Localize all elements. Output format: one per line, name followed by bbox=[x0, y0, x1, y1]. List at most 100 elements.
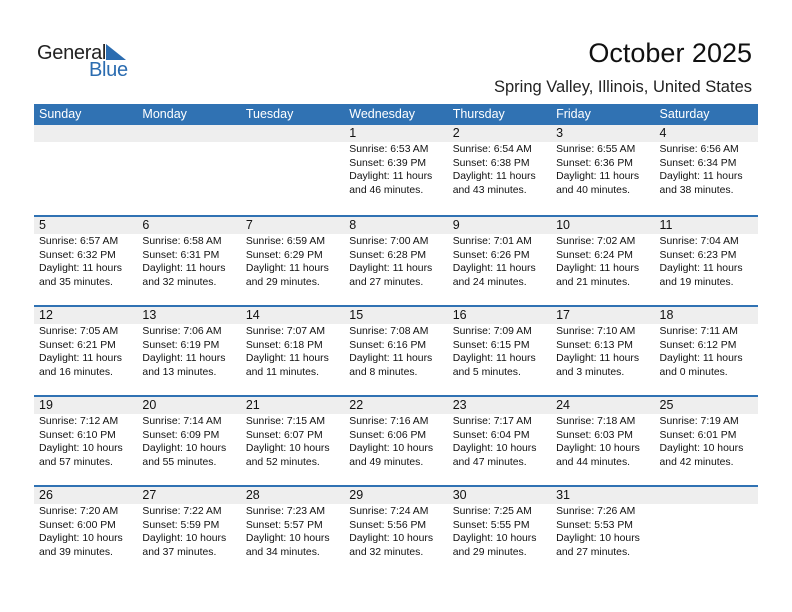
daylight-text: Daylight: 11 hours bbox=[556, 171, 640, 182]
sunset-text: Sunset: 6:15 PM bbox=[452, 339, 530, 351]
sunrise-text: Sunrise: 6:53 AM bbox=[349, 144, 429, 155]
day-cell: Sunrise: 6:58 AM Sunset: 6:31 PM Daylight:… bbox=[137, 234, 240, 289]
day-number-row: 12 13 14 15 16 17 18 bbox=[34, 307, 758, 324]
minutes-text: and 46 minutes. bbox=[349, 184, 424, 196]
day-number: 14 bbox=[245, 308, 260, 322]
sunrise-text: Sunrise: 7:10 AM bbox=[556, 326, 636, 337]
day-number: 5 bbox=[39, 218, 46, 232]
daylight-text: Daylight: 10 hours bbox=[349, 533, 434, 544]
sunrise-text: Sunrise: 7:06 AM bbox=[142, 326, 222, 337]
day-number-row: 19 20 21 22 23 24 25 bbox=[34, 397, 758, 414]
day-cell: Sunrise: 7:18 AM Sunset: 6:03 PM Daylight:… bbox=[551, 414, 654, 469]
day-info-row: Sunrise: 7:20 AM Sunset: 6:00 PM Daylight:… bbox=[34, 504, 758, 559]
sunset-text: Sunset: 6:36 PM bbox=[556, 157, 633, 169]
day-number: 2 bbox=[452, 126, 460, 140]
day-cell: Sunrise: 6:55 AM Sunset: 6:36 PM Daylight:… bbox=[551, 142, 654, 197]
day-number bbox=[137, 125, 240, 142]
minutes-text: and 37 minutes. bbox=[142, 546, 217, 558]
day-number: 13 bbox=[142, 308, 157, 322]
sunrise-text: Sunrise: 7:12 AM bbox=[39, 416, 119, 427]
day-number: 11 bbox=[659, 218, 673, 232]
weekday-header-friday: Friday bbox=[556, 107, 591, 121]
location-subtitle: Spring Valley, Illinois, United States bbox=[493, 78, 752, 96]
minutes-text: and 43 minutes. bbox=[452, 184, 527, 196]
daylight-text: Daylight: 11 hours bbox=[245, 353, 329, 364]
daylight-text: Daylight: 10 hours bbox=[556, 443, 640, 454]
minutes-text: and 0 minutes. bbox=[659, 366, 728, 378]
minutes-text: and 29 minutes. bbox=[245, 276, 320, 288]
minutes-text: and 34 minutes. bbox=[245, 546, 320, 558]
daylight-text: Daylight: 10 hours bbox=[39, 443, 123, 454]
week-row: 19 20 21 22 23 24 25 Sunrise: 7:12 AM Sunset: 6:… bbox=[34, 395, 758, 485]
day-number bbox=[655, 487, 758, 504]
minutes-text: and 47 minutes. bbox=[452, 456, 527, 468]
daylight-text: Daylight: 11 hours bbox=[349, 353, 433, 364]
minutes-text: and 21 minutes. bbox=[556, 276, 631, 288]
day-cell: Sunrise: 7:16 AM Sunset: 6:06 PM Daylight:… bbox=[344, 414, 447, 469]
sunset-text: Sunset: 5:56 PM bbox=[349, 519, 427, 531]
minutes-text: and 55 minutes. bbox=[142, 456, 217, 468]
minutes-text: and 13 minutes. bbox=[142, 366, 217, 378]
day-cell bbox=[137, 142, 240, 197]
daylight-text: Daylight: 11 hours bbox=[349, 171, 433, 182]
minutes-text: and 19 minutes. bbox=[659, 276, 734, 288]
day-cell: Sunrise: 7:14 AM Sunset: 6:09 PM Daylight:… bbox=[137, 414, 240, 469]
sunset-text: Sunset: 6:03 PM bbox=[556, 429, 633, 441]
day-number-row: 5 6 7 8 9 10 11 bbox=[34, 217, 758, 234]
day-number: 10 bbox=[556, 218, 571, 232]
day-number: 30 bbox=[452, 488, 467, 502]
daylight-text: Daylight: 11 hours bbox=[142, 263, 226, 274]
sunrise-text: Sunrise: 7:15 AM bbox=[245, 416, 325, 427]
minutes-text: and 3 minutes. bbox=[556, 366, 625, 378]
sunset-text: Sunset: 6:19 PM bbox=[142, 339, 220, 351]
minutes-text: and 16 minutes. bbox=[39, 366, 113, 378]
page-title: October 2025 bbox=[588, 38, 752, 68]
minutes-text: and 29 minutes. bbox=[452, 546, 527, 558]
daylight-text: Daylight: 10 hours bbox=[39, 533, 123, 544]
sunset-text: Sunset: 6:31 PM bbox=[142, 249, 220, 261]
sunrise-text: Sunrise: 6:55 AM bbox=[556, 144, 636, 155]
day-cell: Sunrise: 7:01 AM Sunset: 6:26 PM Daylight:… bbox=[448, 234, 551, 289]
sunrise-text: Sunrise: 7:22 AM bbox=[142, 506, 222, 517]
day-cell: Sunrise: 7:26 AM Sunset: 5:53 PM Daylight:… bbox=[551, 504, 654, 559]
minutes-text: and 57 minutes. bbox=[39, 456, 113, 468]
calendar-grid: Sunday Monday Tuesday Wednesday Thursday Frid… bbox=[34, 104, 758, 575]
sunset-text: Sunset: 6:29 PM bbox=[245, 249, 323, 261]
day-number: 16 bbox=[452, 308, 467, 322]
sunrise-text: Sunrise: 7:26 AM bbox=[556, 506, 636, 517]
day-number: 6 bbox=[142, 218, 150, 232]
sunset-text: Sunset: 6:04 PM bbox=[452, 429, 530, 441]
minutes-text: and 38 minutes. bbox=[659, 184, 734, 196]
daylight-text: Daylight: 11 hours bbox=[245, 263, 329, 274]
daylight-text: Daylight: 11 hours bbox=[452, 171, 536, 182]
day-number: 29 bbox=[349, 488, 364, 502]
sunrise-text: Sunrise: 7:17 AM bbox=[452, 416, 532, 427]
day-cell: Sunrise: 6:59 AM Sunset: 6:29 PM Daylight:… bbox=[241, 234, 344, 289]
sunrise-text: Sunrise: 7:19 AM bbox=[659, 416, 739, 427]
sunrise-text: Sunrise: 7:01 AM bbox=[452, 236, 532, 247]
sunset-text: Sunset: 6:00 PM bbox=[39, 519, 116, 531]
sunrise-text: Sunrise: 7:07 AM bbox=[245, 326, 325, 337]
daylight-text: Daylight: 10 hours bbox=[142, 443, 227, 454]
sunset-text: Sunset: 6:28 PM bbox=[349, 249, 427, 261]
sunset-text: Sunset: 6:01 PM bbox=[659, 429, 737, 441]
day-cell: Sunrise: 7:20 AM Sunset: 6:00 PM Daylight:… bbox=[34, 504, 137, 559]
day-number: 27 bbox=[142, 488, 157, 502]
sunset-text: Sunset: 6:10 PM bbox=[39, 429, 116, 441]
sunset-text: Sunset: 5:57 PM bbox=[245, 519, 323, 531]
day-cell: Sunrise: 7:10 AM Sunset: 6:13 PM Daylight:… bbox=[551, 324, 654, 379]
sunrise-text: Sunrise: 7:05 AM bbox=[39, 326, 119, 337]
day-info-row: Sunrise: 6:57 AM Sunset: 6:32 PM Daylight:… bbox=[34, 234, 758, 289]
weekday-header-thursday: Thursday bbox=[452, 107, 505, 121]
day-cell bbox=[241, 142, 344, 197]
daylight-text: Daylight: 11 hours bbox=[452, 353, 536, 364]
day-cell: Sunrise: 6:53 AM Sunset: 6:39 PM Daylight:… bbox=[344, 142, 447, 197]
sunset-text: Sunset: 6:18 PM bbox=[245, 339, 323, 351]
generalblue-logo: General Blue bbox=[37, 42, 137, 82]
minutes-text: and 32 minutes. bbox=[349, 546, 424, 558]
minutes-text: and 24 minutes. bbox=[452, 276, 527, 288]
sunset-text: Sunset: 6:32 PM bbox=[39, 249, 116, 261]
logo-triangle-icon bbox=[106, 44, 126, 60]
day-cell: Sunrise: 7:00 AM Sunset: 6:28 PM Daylight:… bbox=[344, 234, 447, 289]
weekday-header-wednesday: Wednesday bbox=[349, 107, 416, 121]
